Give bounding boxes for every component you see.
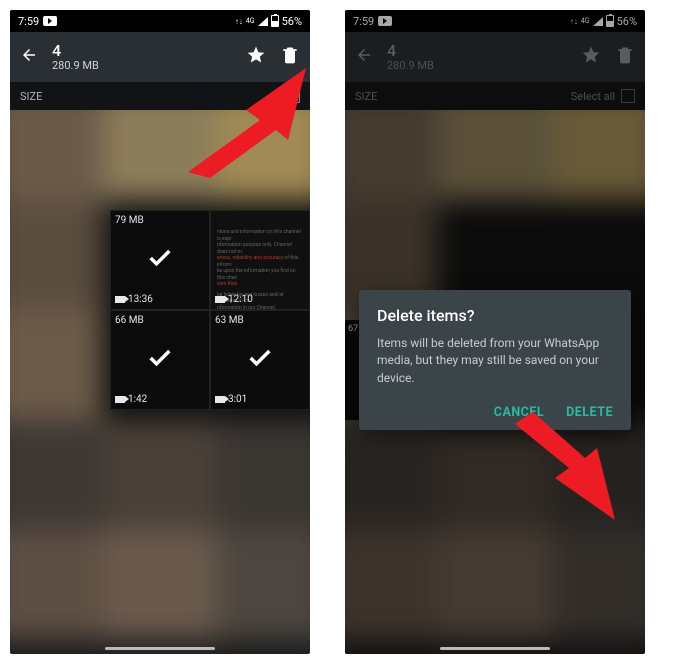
battery-percent: 56% [282, 15, 302, 28]
tile-duration: 12:10 [215, 294, 253, 305]
video-icon [115, 396, 125, 403]
check-icon [146, 344, 174, 376]
star-button[interactable] [246, 45, 266, 69]
youtube-icon [43, 16, 57, 26]
annotation-arrow [515, 410, 635, 520]
media-tile[interactable]: 79 MB 13:36 [110, 210, 210, 310]
battery-icon [271, 15, 279, 27]
selected-tiles: 79 MB 13:36 74 MB nions and information … [10, 210, 310, 410]
nav-indicator[interactable] [105, 647, 215, 650]
tile-size: 79 MB [115, 215, 144, 226]
media-tile[interactable]: 66 MB 1:42 [110, 310, 210, 410]
tile-size: 63 MB [215, 315, 244, 326]
nav-indicator[interactable] [440, 647, 550, 650]
tile-size: 66 MB [115, 315, 144, 326]
phone-screen-right: 7:59 ↑↓ 4G 56% 4 280.9 MB SIZE Select al… [345, 10, 645, 654]
video-icon [215, 296, 225, 303]
dialog-title: Delete items? [377, 306, 613, 325]
phone-screen-left: 7:59 ↑↓ 4G 56% 4 280.9 MB SIZE all [10, 10, 310, 654]
tile-duration: 3:01 [215, 394, 247, 405]
selection-size: 280.9 MB [52, 60, 99, 72]
check-icon [146, 244, 174, 276]
signal-icon [258, 17, 268, 26]
network-label: 4G [246, 17, 255, 25]
selection-count: 4 [52, 42, 99, 60]
status-time: 7:59 [18, 15, 39, 28]
tile-duration: 1:42 [115, 394, 147, 405]
video-icon [215, 396, 225, 403]
selection-title: 4 280.9 MB [52, 42, 99, 72]
status-bar: 7:59 ↑↓ 4G 56% [10, 10, 310, 32]
tile-duration: 13:36 [115, 294, 153, 305]
media-tile[interactable]: 63 MB 3:01 [210, 310, 310, 410]
delete-button[interactable] [280, 45, 300, 69]
check-icon [246, 344, 274, 376]
sort-size-label[interactable]: SIZE [20, 90, 42, 103]
dialog-body: Items will be deleted from your WhatsApp… [377, 335, 613, 387]
annotation-arrow [188, 68, 308, 178]
media-tile[interactable]: 74 MB nions and information on this chan… [210, 210, 310, 310]
video-icon [115, 296, 125, 303]
back-button[interactable] [20, 46, 38, 68]
data-arrows: ↑↓ [235, 17, 243, 26]
